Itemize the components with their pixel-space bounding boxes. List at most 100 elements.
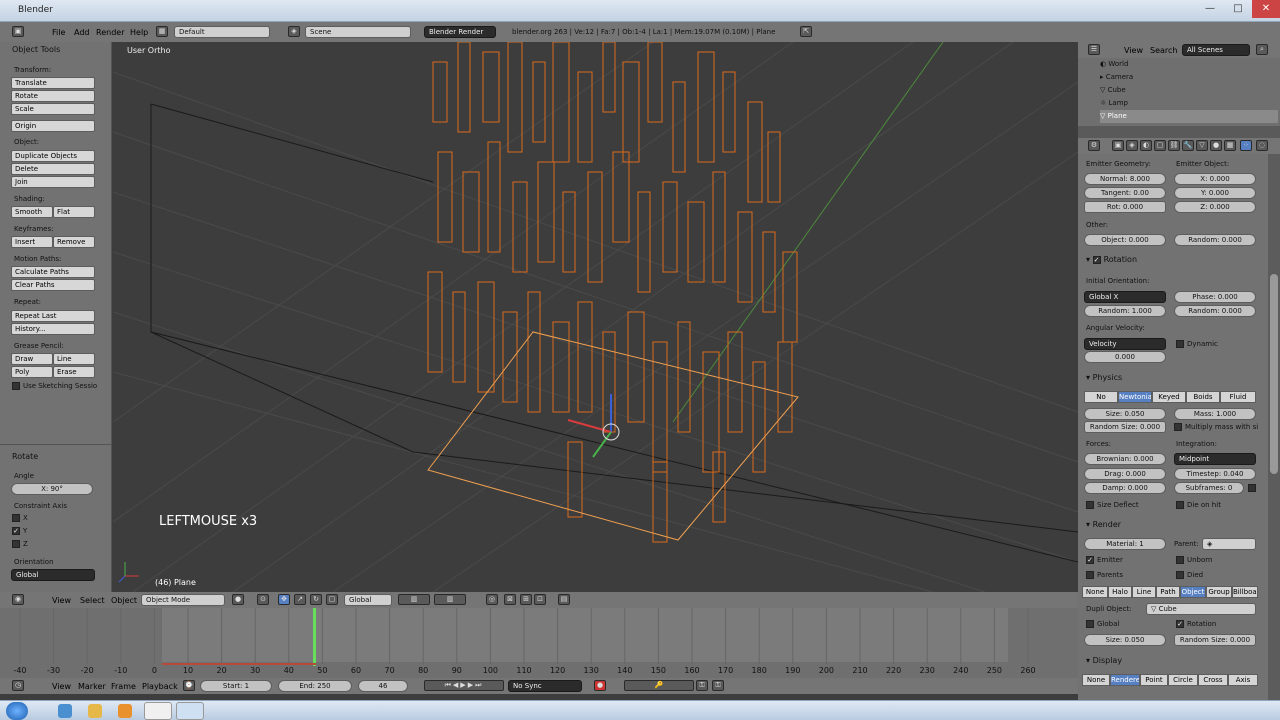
menu-render[interactable]: Render <box>96 28 124 37</box>
calculate-paths-button[interactable]: Calculate Paths <box>11 266 95 278</box>
taskbar-app-icon[interactable] <box>118 704 132 718</box>
object-tab-icon[interactable]: ▢ <box>1154 140 1166 151</box>
outliner-search-icon[interactable]: ⌕ <box>1256 44 1268 55</box>
physics-panel-header[interactable]: ▾ Physics <box>1086 373 1122 382</box>
manipulator-icon[interactable]: ✥ <box>278 594 290 605</box>
translate-button[interactable]: Translate <box>11 77 95 89</box>
dupli-random-size-field[interactable]: Random Size: 0.000 <box>1174 634 1256 646</box>
physics-tab-fluid[interactable]: Fluid <box>1220 391 1256 403</box>
editor-type-3d-icon[interactable]: ◉ <box>12 594 24 605</box>
end-frame-field[interactable]: End: 250 <box>278 680 352 692</box>
physics-tab-no[interactable]: No <box>1084 391 1118 403</box>
snap-target-icon[interactable]: ⊞ <box>520 594 532 605</box>
menu-time-view[interactable]: View <box>52 682 71 691</box>
modifiers-tab-icon[interactable]: 🔧 <box>1182 140 1194 151</box>
shading-icon[interactable]: ● <box>232 594 244 605</box>
layers-2-icon[interactable]: ▥ <box>434 594 466 605</box>
remove-keyframe-button[interactable]: Remove <box>53 236 95 248</box>
unborn-checkbox[interactable]: Unborn <box>1176 556 1212 564</box>
translate-manip-icon[interactable]: ↗ <box>294 594 306 605</box>
rotate-button[interactable]: Rotate <box>11 90 95 102</box>
display-tab-circle[interactable]: Circle <box>1168 674 1198 686</box>
menu-view[interactable]: View <box>52 596 71 605</box>
outliner-view-menu[interactable]: View <box>1124 46 1143 55</box>
taskbar-folder-icon[interactable] <box>88 704 102 718</box>
dynamic-checkbox[interactable]: Dynamic <box>1176 340 1218 348</box>
emitter-checkbox[interactable]: ✓ Emitter <box>1086 556 1123 564</box>
history-button[interactable]: History... <box>11 323 95 335</box>
angular-velocity-select[interactable]: Velocity <box>1084 338 1166 350</box>
angular-velocity-field[interactable]: 0.000 <box>1084 351 1166 363</box>
maximize-button[interactable]: □ <box>1224 0 1252 18</box>
keying-set-icon[interactable]: 🔑 <box>624 680 694 691</box>
smooth-button[interactable]: Smooth <box>11 206 53 218</box>
editor-type-time-icon[interactable]: ◷ <box>12 680 24 691</box>
origin-button[interactable]: Origin <box>11 120 95 132</box>
die-on-hit-checkbox[interactable]: Die on hit <box>1176 501 1221 509</box>
snap-element-icon[interactable]: ⊡ <box>534 594 546 605</box>
editor-type-icon[interactable]: ▣ <box>12 26 24 37</box>
constraints-tab-icon[interactable]: ⛓ <box>1168 140 1180 151</box>
global-checkbox[interactable]: Global <box>1086 620 1119 628</box>
layout-selector[interactable]: Default <box>174 26 270 38</box>
menu-help[interactable]: Help <box>130 28 148 37</box>
snap-icon[interactable]: ⊠ <box>504 594 516 605</box>
damp-field[interactable]: Damp: 0.000 <box>1084 482 1166 494</box>
died-checkbox[interactable]: Died <box>1176 571 1203 579</box>
clear-paths-button[interactable]: Clear Paths <box>11 279 95 291</box>
outliner-filter-select[interactable]: All Scenes <box>1182 44 1250 56</box>
phase-random-field[interactable]: Random: 0.000 <box>1174 305 1256 317</box>
gp-poly-button[interactable]: Poly <box>11 366 53 378</box>
parent-field[interactable]: ◈ <box>1202 538 1256 550</box>
render-tab-icon[interactable]: ▣ <box>1112 140 1124 151</box>
dupli-size-field[interactable]: Size: 0.050 <box>1084 634 1166 646</box>
outliner-item-plane[interactable]: ▽ Plane <box>1100 110 1278 123</box>
current-frame-indicator[interactable] <box>313 608 316 666</box>
tangent-field[interactable]: Tangent: 0.00 <box>1084 187 1166 199</box>
scene-icon[interactable]: ◈ <box>288 26 300 37</box>
gp-erase-button[interactable]: Erase <box>53 366 95 378</box>
emitter-y-field[interactable]: Y: 0.000 <box>1174 187 1256 199</box>
scene-tab-icon[interactable]: ◈ <box>1126 140 1138 151</box>
taskbar-ie-icon[interactable] <box>58 704 72 718</box>
orientation-select[interactable]: Global <box>11 569 95 581</box>
constraint-y-checkbox[interactable]: ✓ Y <box>12 527 27 535</box>
brownian-field[interactable]: Brownian: 0.000 <box>1084 453 1166 465</box>
angle-field[interactable]: X: 90° <box>11 483 93 495</box>
emitter-x-field[interactable]: X: 0.000 <box>1174 173 1256 185</box>
physics-tab-newtonian[interactable]: Newtonia <box>1118 391 1152 403</box>
editor-type-outliner-icon[interactable]: ☰ <box>1088 44 1100 55</box>
rotation-random-field[interactable]: Random: 1.000 <box>1084 305 1166 317</box>
minimize-button[interactable]: — <box>1196 0 1224 18</box>
world-tab-icon[interactable]: ◐ <box>1140 140 1152 151</box>
material-field[interactable]: Material: 1 <box>1084 538 1166 550</box>
use-sketching-checkbox[interactable]: Use Sketching Sessio <box>12 382 97 390</box>
size-deflect-checkbox[interactable]: Size Deflect <box>1086 501 1139 509</box>
close-button[interactable]: ✕ <box>1252 0 1280 18</box>
subframes-field[interactable]: Subframes: 0 <box>1174 482 1244 494</box>
physics-tab-icon[interactable]: ◌ <box>1256 140 1268 151</box>
phase-field[interactable]: Phase: 0.000 <box>1174 291 1256 303</box>
taskbar-blender-icon[interactable] <box>144 702 172 720</box>
render-tab-line[interactable]: Line <box>1132 586 1156 598</box>
dupli-object-field[interactable]: ▽ Cube <box>1146 603 1256 615</box>
record-icon[interactable]: ● <box>594 680 606 691</box>
duplicate-objects-button[interactable]: Duplicate Objects <box>11 150 95 162</box>
physics-tab-boids[interactable]: Boids <box>1186 391 1220 403</box>
repeat-last-button[interactable]: Repeat Last <box>11 310 95 322</box>
normal-field[interactable]: Normal: 8.000 <box>1084 173 1166 185</box>
properties-scrollbar[interactable] <box>1268 154 1280 700</box>
constraint-x-checkbox[interactable]: X <box>12 514 28 522</box>
random-velocity-field[interactable]: Random: 0.000 <box>1174 234 1256 246</box>
outliner-item-lamp[interactable]: ☼ Lamp <box>1100 97 1278 110</box>
screen-layout-icon[interactable]: ▦ <box>156 26 168 37</box>
display-tab-point[interactable]: Point <box>1140 674 1168 686</box>
insert-keyframe-button[interactable]: Insert <box>11 236 53 248</box>
rotation-panel-header[interactable]: ▾ ✓ Rotation <box>1086 255 1137 264</box>
pivot-icon[interactable]: ⊙ <box>257 594 269 605</box>
render-tab-group[interactable]: Group <box>1206 586 1232 598</box>
flat-button[interactable]: Flat <box>53 206 95 218</box>
outliner-item-world[interactable]: ◐ World <box>1100 58 1278 71</box>
fullscreen-icon[interactable]: ⇱ <box>800 26 812 37</box>
menu-object[interactable]: Object <box>111 596 137 605</box>
